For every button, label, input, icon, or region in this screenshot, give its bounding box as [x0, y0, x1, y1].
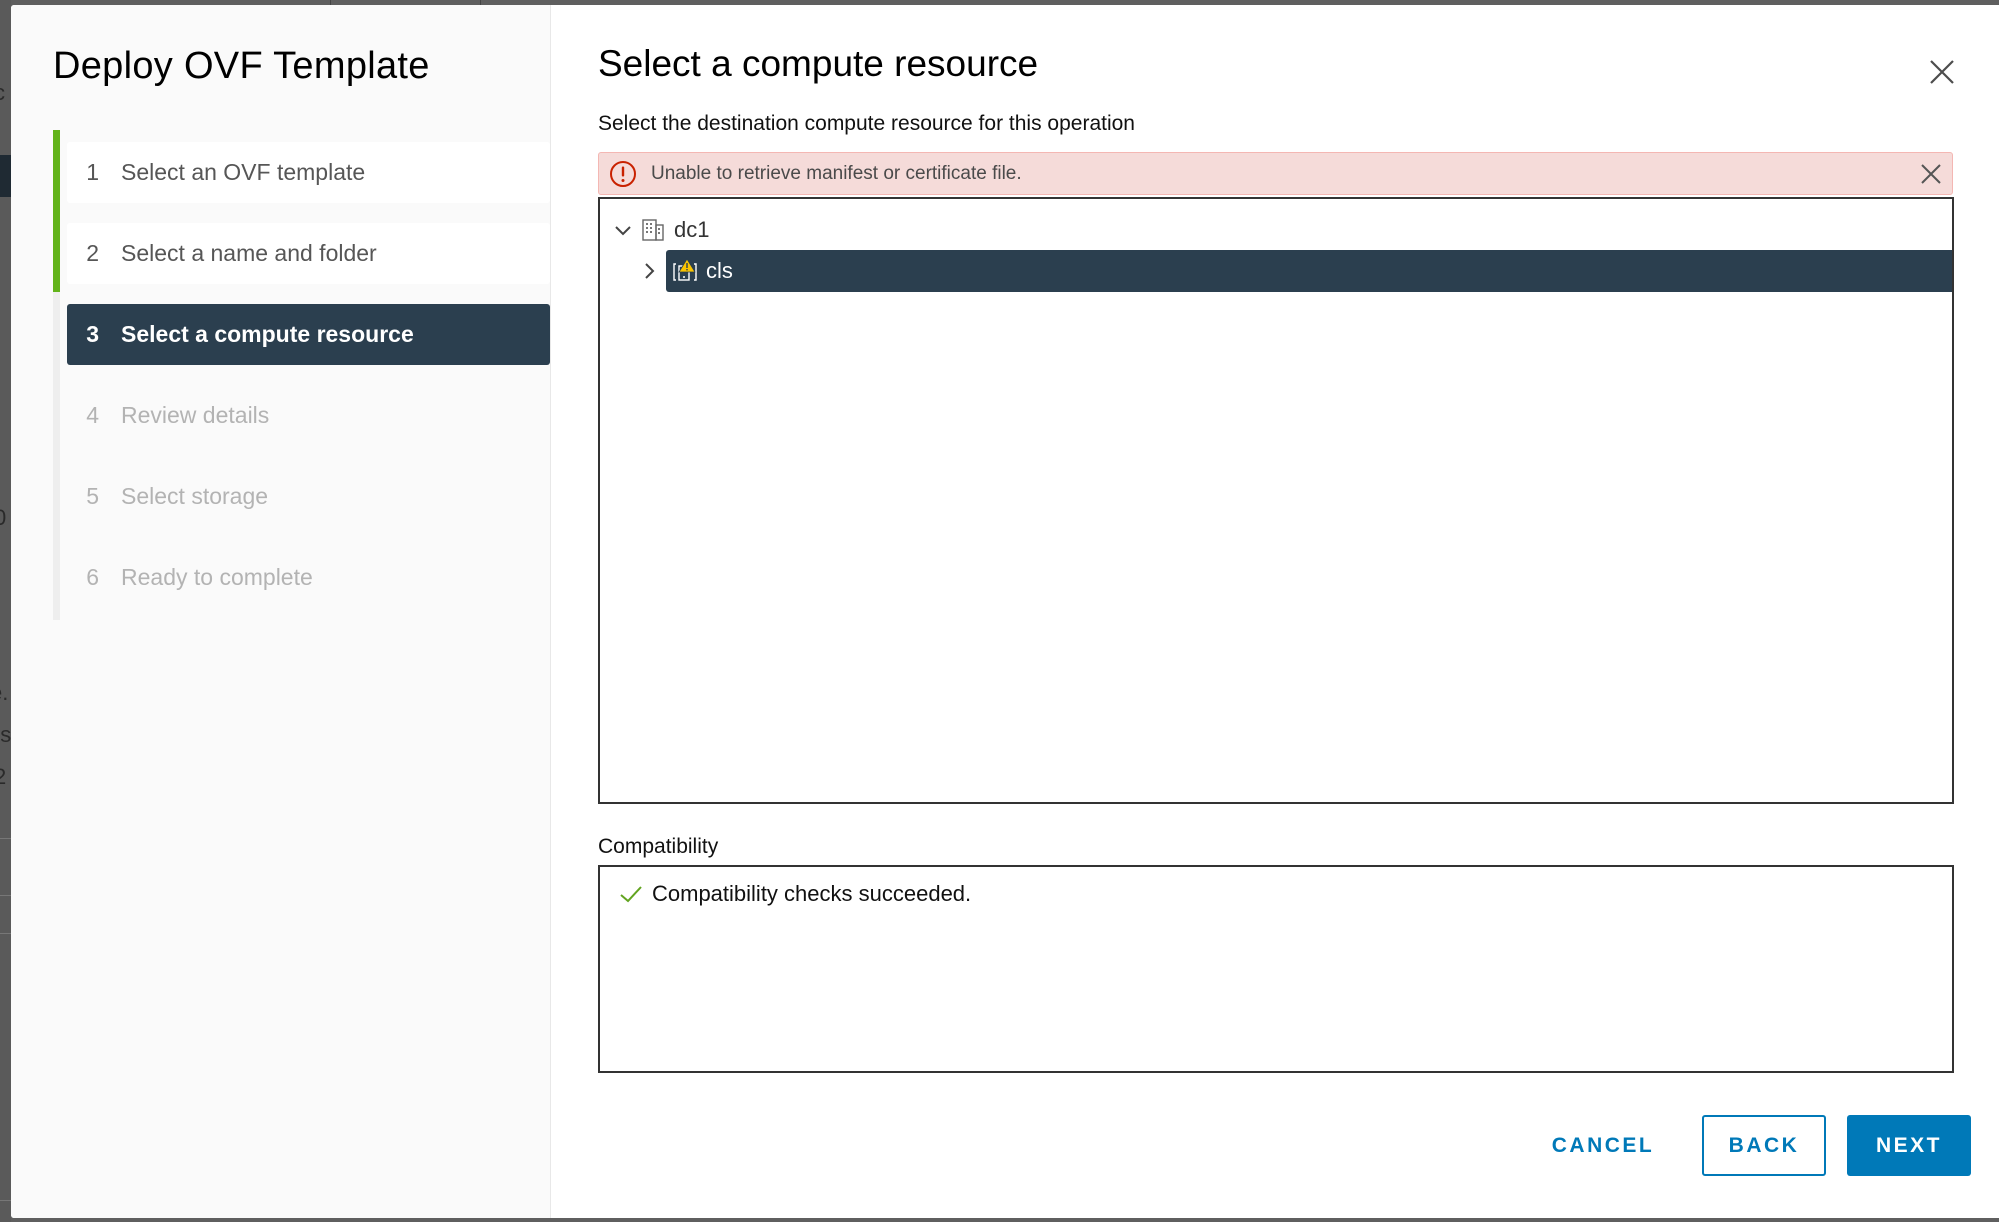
alert-close-button[interactable]	[1918, 161, 1944, 187]
progress-completed-bar	[53, 130, 60, 292]
compatibility-label: Compatibility	[598, 835, 719, 858]
wizard-content: Select a compute resource Select the des…	[598, 5, 1999, 1218]
wizard-title: Deploy OVF Template	[53, 45, 430, 87]
background-text: 0	[0, 505, 7, 530]
step-label: Select storage	[121, 483, 269, 509]
cancel-button[interactable]: CANCEL	[1538, 1115, 1668, 1176]
step-number: 3	[86, 321, 99, 347]
background-divider	[0, 895, 11, 896]
step-number: 1	[86, 159, 99, 185]
step-label: Ready to complete	[121, 564, 313, 590]
close-button[interactable]	[1927, 57, 1957, 87]
step-number: 2	[86, 240, 99, 266]
chevron-right-icon[interactable]	[638, 260, 660, 282]
step-label: Select an OVF template	[121, 159, 366, 185]
step-label: Review details	[121, 402, 270, 428]
step-label: Select a name and folder	[121, 240, 377, 266]
background-text: 2	[0, 764, 7, 789]
step-select-compute-resource[interactable]: 3 Select a compute resource	[67, 304, 550, 365]
tree-node-label-button[interactable]: cls	[666, 250, 1952, 292]
error-alert: Unable to retrieve manifest or certifica…	[598, 152, 1953, 195]
tree-node-dc1: dc1	[612, 209, 709, 251]
background-divider	[0, 933, 11, 934]
error-circle-icon	[610, 160, 636, 187]
chevron-down-icon[interactable]	[612, 219, 634, 241]
page-subtitle: Select the destination compute resource …	[598, 112, 1135, 135]
datacenter-icon	[642, 219, 664, 241]
close-icon	[1921, 164, 1941, 184]
tree-node-label: dc1	[674, 217, 710, 242]
page-title: Select a compute resource	[598, 43, 1039, 84]
step-number: 6	[86, 564, 99, 590]
background-divider	[0, 1200, 11, 1201]
cluster-warning-icon	[673, 258, 697, 281]
background-nav-item	[0, 155, 11, 197]
compute-resource-tree: dc1 cls	[598, 197, 1954, 804]
step-number: 5	[86, 483, 99, 509]
next-button[interactable]: NEXT	[1847, 1115, 1971, 1176]
check-icon	[620, 886, 642, 903]
deploy-ovf-modal: Deploy OVF Template 1 Select an OVF temp…	[11, 5, 1999, 1218]
compatibility-panel: Compatibility checks succeeded.	[598, 865, 1954, 1073]
step-select-storage: 5 Select storage	[67, 466, 550, 527]
step-select-name-folder[interactable]: 2 Select a name and folder	[67, 223, 550, 284]
back-button[interactable]: BACK	[1702, 1115, 1826, 1176]
background-text: c	[0, 80, 5, 106]
step-label: Select a compute resource	[121, 321, 414, 347]
background-text: es	[0, 722, 12, 747]
wizard-sidebar: Deploy OVF Template 1 Select an OVF temp…	[11, 5, 551, 1218]
step-ready-to-complete: 6 Ready to complete	[67, 547, 550, 608]
compatibility-status: Compatibility checks succeeded.	[618, 881, 971, 907]
tree-node-label: cls	[706, 258, 733, 283]
tree-node-label-button[interactable]: dc1	[634, 209, 709, 251]
compatibility-message: Compatibility checks succeeded.	[652, 881, 972, 906]
step-number: 4	[86, 402, 99, 428]
background-text: e.	[0, 680, 9, 705]
step-review-details: 4 Review details	[67, 385, 550, 446]
close-icon	[1930, 60, 1954, 84]
background-divider	[0, 838, 11, 839]
tree-node-cls: cls	[638, 250, 1952, 292]
alert-message: Unable to retrieve manifest or certifica…	[651, 162, 1022, 184]
step-select-ovf-template[interactable]: 1 Select an OVF template	[67, 142, 550, 203]
